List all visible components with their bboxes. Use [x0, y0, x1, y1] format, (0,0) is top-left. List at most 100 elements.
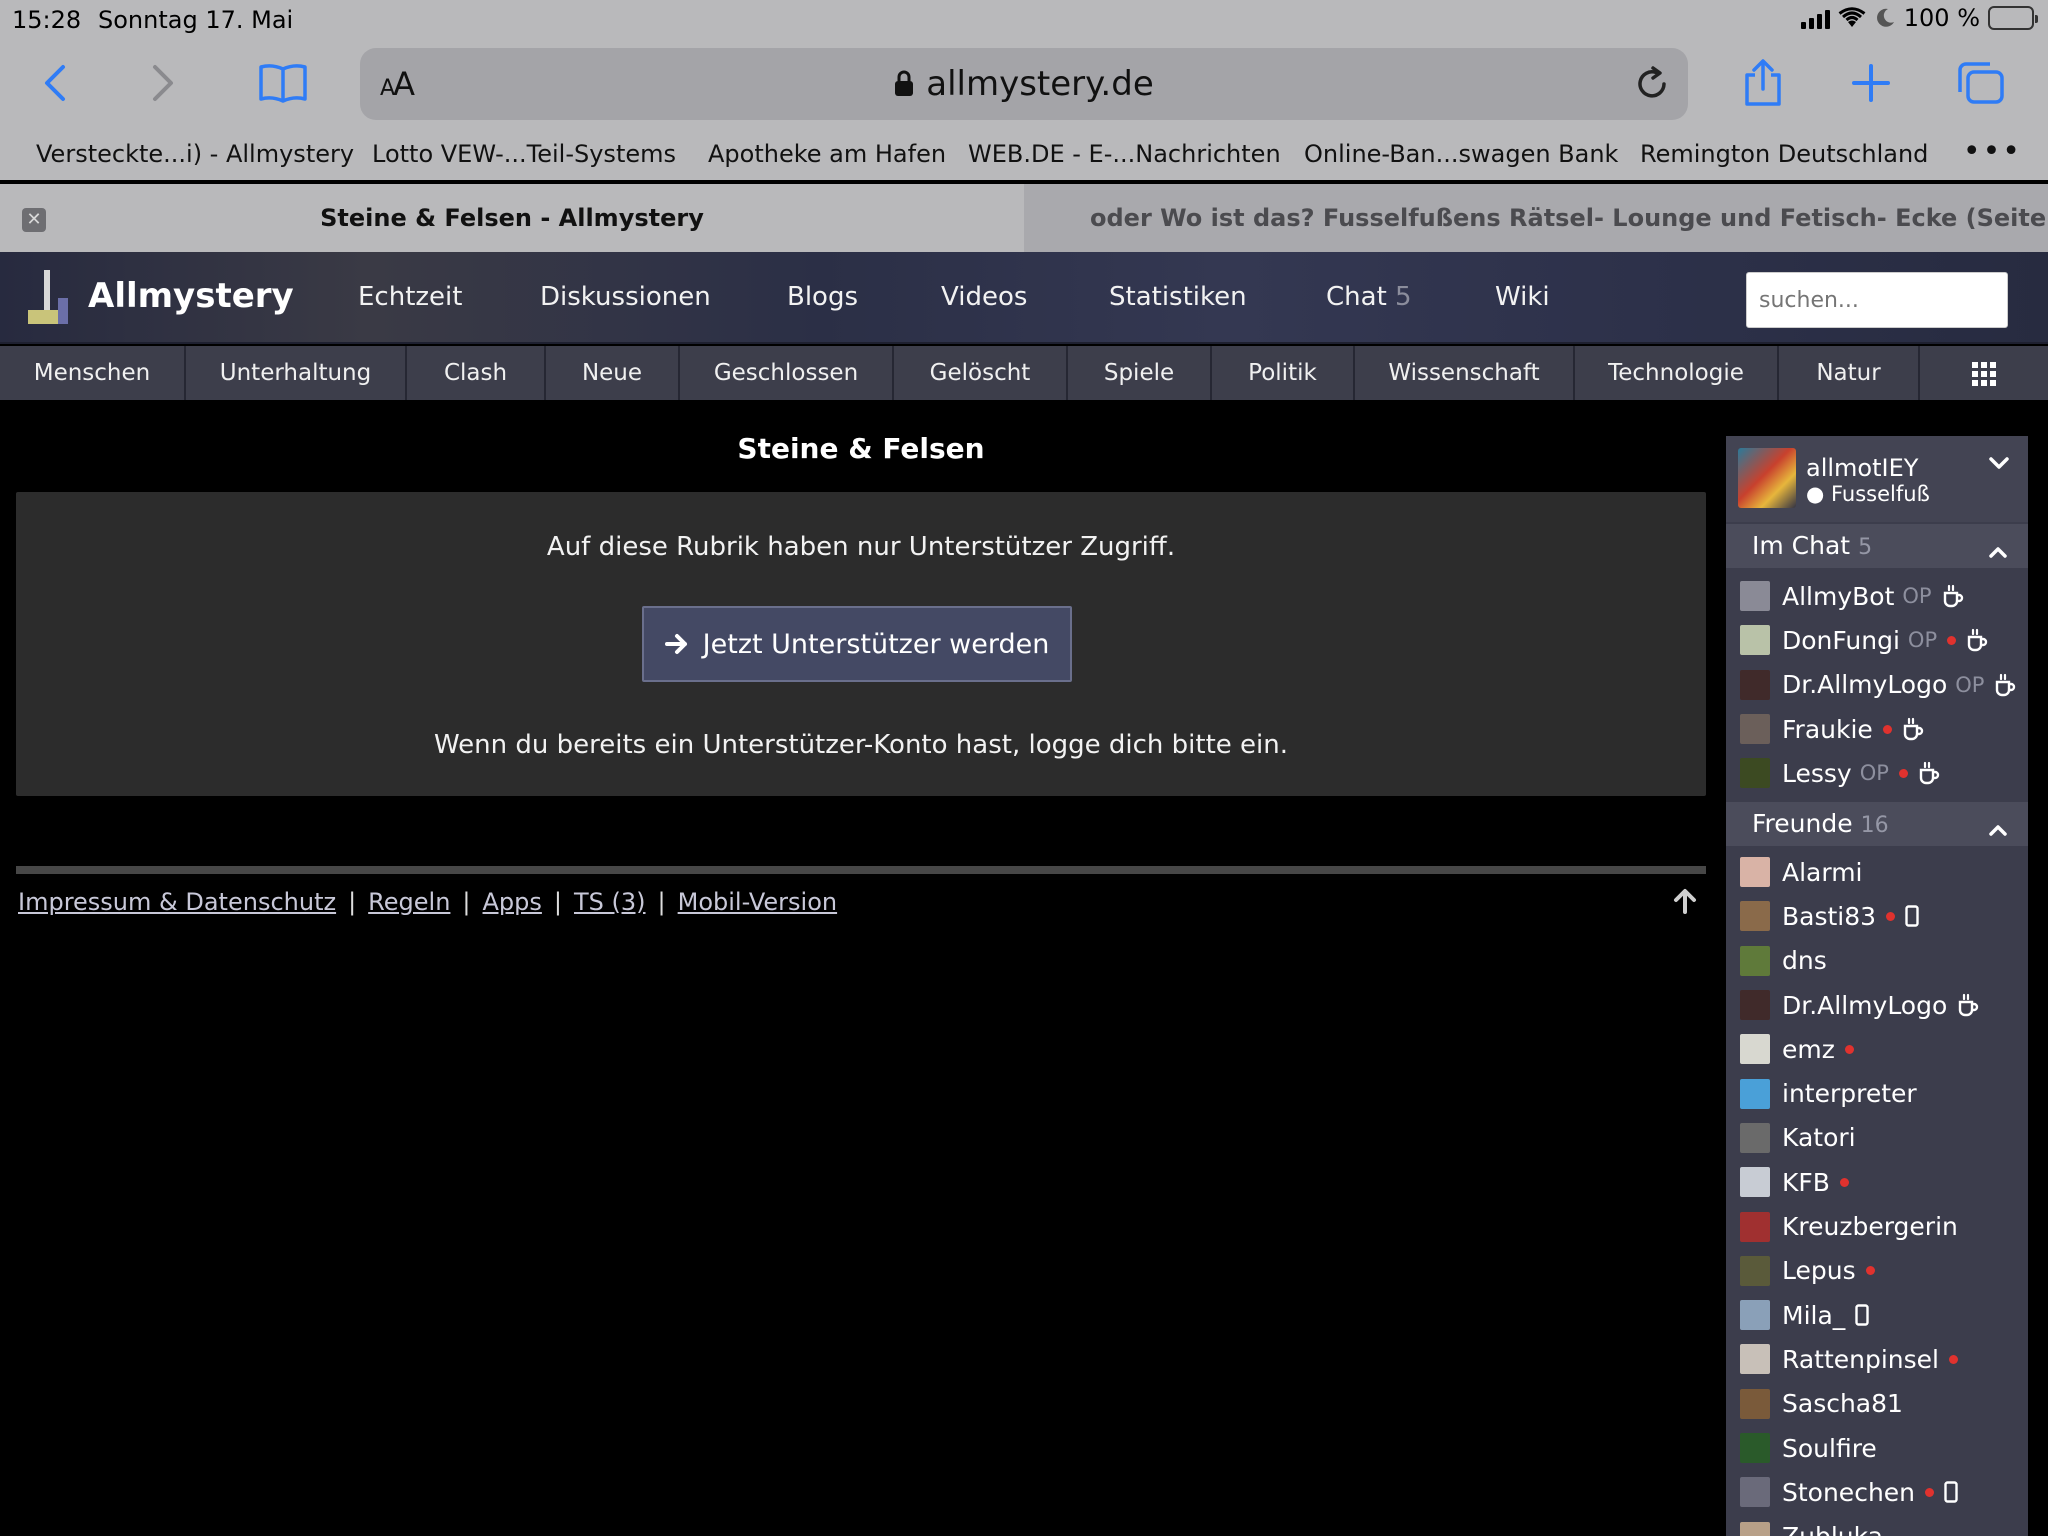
- user-card[interactable]: allmotIEY ● Fusselfuß: [1726, 436, 2028, 522]
- footer-link-apps[interactable]: Apps: [483, 888, 542, 916]
- chevron-up-icon[interactable]: [1988, 814, 2008, 843]
- bookmarks-book-icon[interactable]: [256, 58, 310, 108]
- category-neue[interactable]: Neue: [546, 346, 680, 400]
- avatar[interactable]: [1740, 1300, 1770, 1331]
- list-item[interactable]: Lessy OP: [1726, 751, 2028, 795]
- share-icon[interactable]: [1736, 58, 1790, 108]
- category-menschen[interactable]: Menschen: [0, 346, 186, 400]
- avatar[interactable]: [1740, 1433, 1770, 1463]
- categories-grid-button[interactable]: [1920, 346, 2048, 400]
- list-item[interactable]: Lepus: [1726, 1249, 2028, 1293]
- category-natur[interactable]: Natur: [1779, 346, 1920, 400]
- list-item[interactable]: Zubluka: [1726, 1514, 2028, 1536]
- new-tab-plus-icon[interactable]: [1844, 58, 1898, 108]
- nav-blogs[interactable]: Blogs: [787, 282, 858, 312]
- avatar[interactable]: [1738, 448, 1796, 508]
- list-item[interactable]: Dr.AllmyLogo OP: [1726, 663, 2028, 707]
- avatar[interactable]: [1740, 1034, 1770, 1065]
- category-geschlossen[interactable]: Geschlossen: [680, 346, 894, 400]
- bookmark-item[interactable]: Versteckte...i) - Allmystery: [36, 140, 354, 168]
- list-item[interactable]: Mila_: [1726, 1293, 2028, 1337]
- bookmark-item[interactable]: Online-Ban...swagen Bank: [1304, 140, 1618, 168]
- avatar[interactable]: [1740, 758, 1770, 789]
- list-item[interactable]: Stonechen: [1726, 1470, 2028, 1514]
- avatar[interactable]: [1740, 625, 1770, 656]
- avatar[interactable]: [1740, 1255, 1770, 1286]
- site-logo-text[interactable]: Allmystery: [88, 276, 294, 316]
- list-item[interactable]: Rattenpinsel: [1726, 1337, 2028, 1381]
- footer-link-regeln[interactable]: Regeln: [368, 888, 450, 916]
- reload-icon[interactable]: [1634, 66, 1670, 106]
- bookmark-item[interactable]: Apotheke am Hafen: [708, 140, 946, 168]
- coffee-mug-icon: [1918, 761, 1940, 785]
- avatar[interactable]: [1740, 714, 1770, 745]
- allmystery-logo-icon[interactable]: [26, 268, 72, 328]
- bookmark-item[interactable]: Lotto VEW-...Teil-Systems: [372, 140, 676, 168]
- nav-diskussionen[interactable]: Diskussionen: [540, 282, 711, 312]
- list-item[interactable]: AllmyBot OP: [1726, 574, 2028, 618]
- category-unterhaltung[interactable]: Unterhaltung: [186, 346, 407, 400]
- tabs-overview-icon[interactable]: [1954, 58, 2008, 108]
- search-input[interactable]: [1746, 272, 2008, 328]
- category-wissenschaft[interactable]: Wissenschaft: [1355, 346, 1575, 400]
- avatar[interactable]: [1740, 1477, 1770, 1508]
- list-item[interactable]: dns: [1726, 939, 2028, 983]
- avatar[interactable]: [1740, 857, 1770, 888]
- footer-link-mobil[interactable]: Mobil-Version: [678, 888, 837, 916]
- avatar[interactable]: [1740, 901, 1770, 932]
- become-supporter-button[interactable]: Jetzt Unterstützer werden: [642, 606, 1072, 682]
- avatar[interactable]: [1740, 1388, 1770, 1419]
- nav-echtzeit[interactable]: Echtzeit: [358, 282, 462, 312]
- forward-icon[interactable]: [136, 58, 190, 108]
- list-item-name: Fraukie: [1782, 714, 1873, 744]
- tab-active[interactable]: ✕ Steine & Felsen - Allmystery: [0, 184, 1024, 252]
- nav-videos[interactable]: Videos: [941, 282, 1027, 312]
- close-tab-icon[interactable]: ✕: [22, 208, 46, 232]
- avatar[interactable]: [1740, 1122, 1770, 1153]
- list-item[interactable]: Dr.AllmyLogo: [1726, 983, 2028, 1027]
- back-icon[interactable]: [28, 58, 82, 108]
- bookmark-item[interactable]: WEB.DE - E-...Nachrichten: [968, 140, 1281, 168]
- list-item[interactable]: Fraukie: [1726, 707, 2028, 751]
- avatar[interactable]: [1740, 945, 1770, 976]
- category-technologie[interactable]: Technologie: [1575, 346, 1779, 400]
- bookmarks-more-button[interactable]: •••: [1963, 134, 2022, 169]
- nav-wiki[interactable]: Wiki: [1495, 282, 1550, 312]
- friends-section-header[interactable]: Freunde 16: [1726, 802, 2028, 846]
- chat-section-header[interactable]: Im Chat 5: [1726, 524, 2028, 568]
- avatar[interactable]: [1740, 1344, 1770, 1375]
- list-item[interactable]: emz: [1726, 1027, 2028, 1071]
- category-spiele[interactable]: Spiele: [1068, 346, 1212, 400]
- list-item[interactable]: Katori: [1726, 1116, 2028, 1160]
- avatar[interactable]: [1740, 1521, 1770, 1536]
- nav-statistiken[interactable]: Statistiken: [1109, 282, 1247, 312]
- category-geloescht[interactable]: Gelöscht: [894, 346, 1068, 400]
- list-item[interactable]: Sascha81: [1726, 1382, 2028, 1426]
- category-clash[interactable]: Clash: [407, 346, 546, 400]
- chevron-down-icon[interactable]: [1988, 456, 2010, 476]
- avatar[interactable]: [1740, 990, 1770, 1021]
- footer-link-impressum[interactable]: Impressum & Datenschutz: [18, 888, 336, 916]
- list-item[interactable]: KFB: [1726, 1160, 2028, 1204]
- avatar[interactable]: [1740, 1167, 1770, 1198]
- avatar[interactable]: [1740, 1078, 1770, 1109]
- list-item[interactable]: Soulfire: [1726, 1426, 2028, 1470]
- list-item[interactable]: Kreuzbergerin: [1726, 1204, 2028, 1248]
- footer-link-ts[interactable]: TS (3): [574, 888, 646, 916]
- avatar[interactable]: [1740, 1211, 1770, 1242]
- category-politik[interactable]: Politik: [1212, 346, 1355, 400]
- avatar[interactable]: [1740, 669, 1770, 700]
- list-item[interactable]: interpreter: [1726, 1071, 2028, 1115]
- avatar[interactable]: [1740, 581, 1770, 612]
- bookmark-item[interactable]: Remington Deutschland: [1640, 140, 1928, 168]
- list-item[interactable]: DonFungi OP: [1726, 618, 2028, 662]
- list-item[interactable]: Basti83: [1726, 894, 2028, 938]
- scroll-to-top-icon[interactable]: [1672, 888, 1698, 918]
- list-item-name: Lepus: [1782, 1256, 1856, 1286]
- url-display[interactable]: allmystery.de: [360, 64, 1688, 104]
- list-item[interactable]: Alarmi: [1726, 850, 2028, 894]
- address-bar[interactable]: AA allmystery.de: [360, 48, 1688, 120]
- tab-inactive[interactable]: oder Wo ist das? Fusselfußens Rätsel- Lo…: [1024, 184, 2048, 252]
- chevron-up-icon[interactable]: [1988, 536, 2008, 565]
- nav-chat[interactable]: Chat 5: [1326, 282, 1412, 312]
